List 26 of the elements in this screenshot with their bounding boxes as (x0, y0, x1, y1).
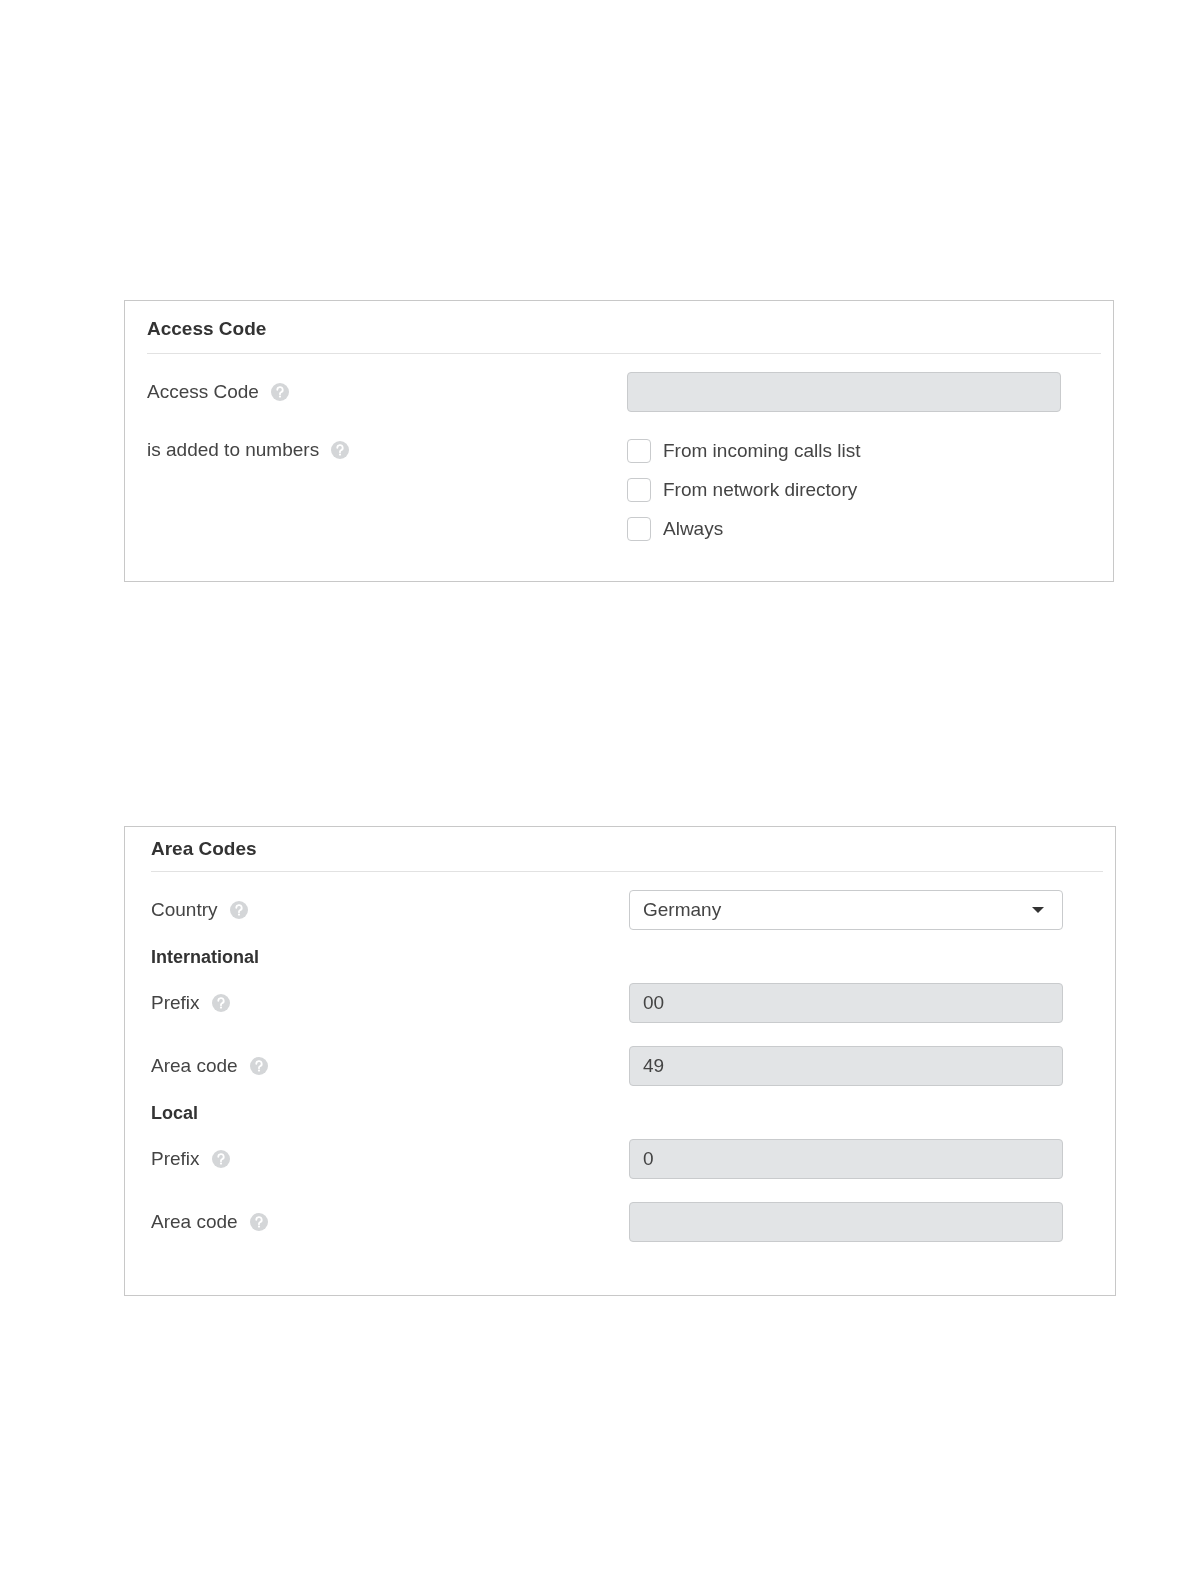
help-icon[interactable] (270, 383, 289, 401)
caret-icon (1032, 907, 1044, 913)
field-label: Prefix (151, 1148, 200, 1170)
panel-title: Access Code (147, 317, 268, 341)
help-icon[interactable] (229, 901, 248, 919)
field-label: Prefix (151, 992, 200, 1014)
checkbox[interactable] (627, 517, 651, 541)
checkbox-label: Always (663, 518, 724, 540)
checkbox[interactable] (627, 478, 651, 502)
checkbox-label: From incoming calls list (663, 440, 861, 462)
section-heading: International (151, 946, 260, 969)
field-label: Area code (151, 1211, 238, 1233)
field-label: Country (151, 899, 218, 921)
country-dropdown[interactable]: Germany (629, 890, 1063, 930)
panel-title: Area Codes (151, 837, 258, 861)
field-label: is added to numbers (147, 439, 320, 461)
field-label: Access Code (147, 381, 259, 403)
field-label: Area code (151, 1055, 238, 1077)
checkbox-label: From network directory (663, 479, 858, 501)
help-icon[interactable] (249, 1213, 268, 1231)
help-icon[interactable] (211, 994, 230, 1012)
help-icon[interactable] (211, 1150, 230, 1168)
section-heading: Local (151, 1102, 199, 1125)
help-icon[interactable] (249, 1057, 268, 1075)
checkbox[interactable] (627, 439, 651, 463)
help-icon[interactable] (331, 441, 350, 459)
